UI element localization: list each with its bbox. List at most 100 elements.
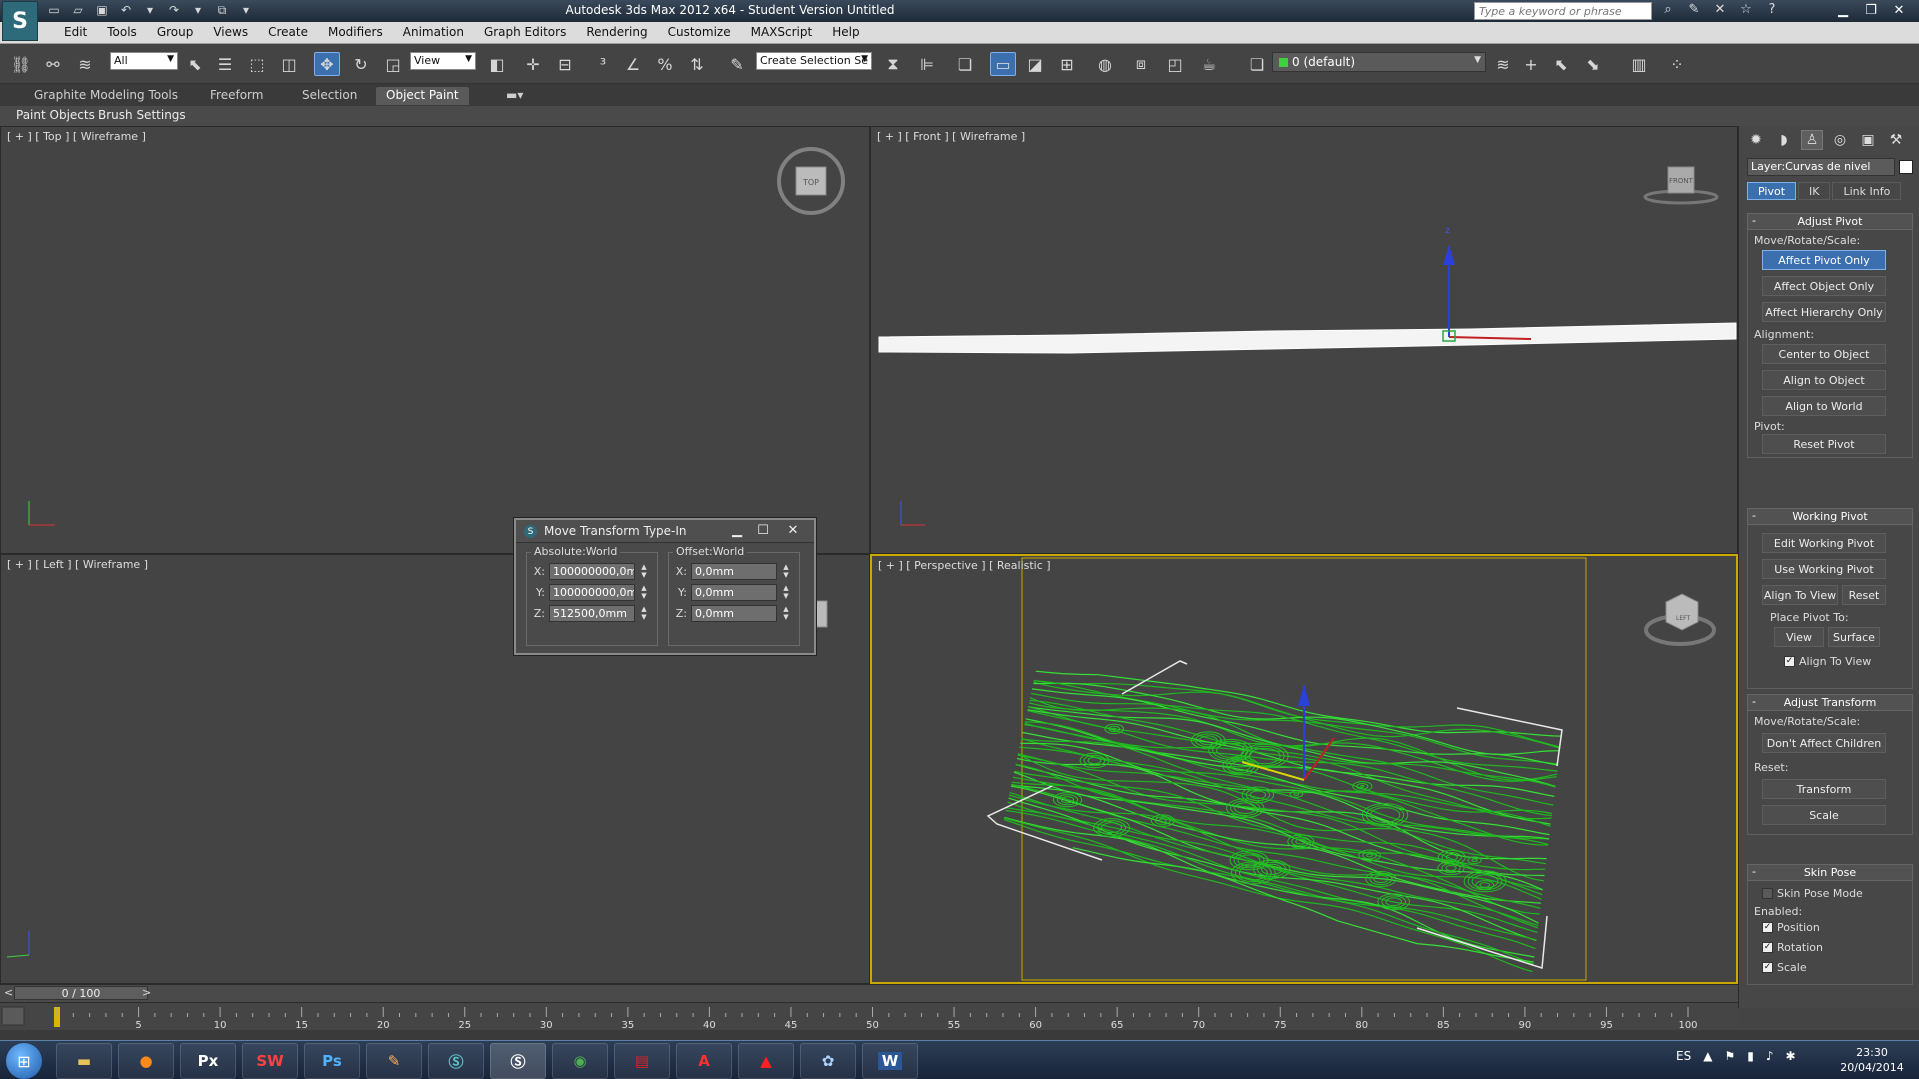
spinner-icon[interactable]: ▲ ▼ xyxy=(781,563,791,580)
tab-pivot[interactable]: Pivot xyxy=(1747,182,1797,200)
move-transform-dialog[interactable]: S Move Transform Type-In ▁ ☐ ✕ Absolute:… xyxy=(514,518,816,655)
place-pivot-view-button[interactable]: View xyxy=(1774,627,1824,647)
working-pivot-rollout[interactable]: - Working Pivot xyxy=(1747,508,1913,525)
position-checkbox[interactable]: ✓ Position xyxy=(1762,921,1820,934)
object-color-swatch[interactable] xyxy=(1899,160,1913,174)
taskbar-app-firefox[interactable]: ● xyxy=(118,1043,174,1079)
affect-object-only-button[interactable]: Affect Object Only xyxy=(1762,276,1886,296)
named-selection-dropdown[interactable]: Create Selection Se ▼ xyxy=(756,52,872,70)
previous-frame-icon[interactable]: < xyxy=(4,986,13,999)
close-icon[interactable]: ✕ xyxy=(782,522,804,538)
taskbar-app-autocad[interactable]: A xyxy=(676,1043,732,1079)
edit-named-selection-icon[interactable]: ✎ xyxy=(724,52,750,76)
language-indicator[interactable]: ES xyxy=(1676,1049,1691,1063)
menu-edit[interactable]: Edit xyxy=(54,25,97,39)
link-icon[interactable]: ⛓ xyxy=(8,52,34,76)
tab-link-info[interactable]: Link Info xyxy=(1832,182,1902,200)
particle-view-icon[interactable]: ⁘ xyxy=(1664,52,1690,76)
motion-tab-icon[interactable]: ◎ xyxy=(1829,130,1851,150)
adjust-transform-rollout[interactable]: - Adjust Transform xyxy=(1747,694,1913,711)
object-name-field[interactable]: Layer:Curvas de nivel xyxy=(1747,158,1895,176)
restore-icon[interactable]: ❐ xyxy=(1857,1,1885,19)
rendered-frame-icon[interactable]: ◰ xyxy=(1162,52,1188,76)
spinner-icon[interactable]: ▲ ▼ xyxy=(639,584,649,601)
minimize-icon[interactable]: ▁ xyxy=(1829,1,1857,19)
hierarchy-tab-icon[interactable]: ♙ xyxy=(1801,130,1823,150)
taskbar-app-photoshop[interactable]: Ps xyxy=(304,1043,360,1079)
close-icon[interactable]: ✕ xyxy=(1885,1,1913,19)
layer-tools-icon[interactable]: ❏ xyxy=(1244,52,1270,76)
select-manipulate-icon[interactable]: ✛ xyxy=(520,52,546,76)
absolute-z-input[interactable]: 512500,0mm xyxy=(549,605,635,622)
layer-dropdown[interactable]: 0 (default) ▼ xyxy=(1272,52,1486,72)
menu-maxscript[interactable]: MAXScript xyxy=(741,25,823,39)
tab-object-paint[interactable]: Object Paint xyxy=(376,87,469,105)
taskbar-app-3dsmax[interactable]: Ⓢ xyxy=(428,1043,484,1079)
next-frame-icon[interactable]: > xyxy=(142,986,151,999)
offset-z-input[interactable]: 0,0mm xyxy=(691,605,777,622)
curve-editor-icon[interactable]: ◪ xyxy=(1022,52,1048,76)
select-in-layer-icon[interactable]: ⬉ xyxy=(1548,52,1574,76)
time-slider-thumb[interactable]: 0 / 100 xyxy=(14,986,148,1000)
scale-icon[interactable]: ◲ xyxy=(380,52,406,76)
start-button[interactable]: ⊞ xyxy=(6,1043,42,1079)
modify-tab-icon[interactable]: ◗ xyxy=(1773,130,1795,150)
affect-hierarchy-only-button[interactable]: Affect Hierarchy Only xyxy=(1762,302,1886,322)
selection-filter-dropdown[interactable]: All ▼ xyxy=(110,52,178,70)
align-to-view-button[interactable]: Align To View xyxy=(1762,585,1838,605)
subscription-icon[interactable]: ✎ xyxy=(1686,2,1702,17)
menu-graph-editors[interactable]: Graph Editors xyxy=(474,25,576,39)
display-tab-icon[interactable]: ▣ xyxy=(1857,130,1879,150)
taskbar-app-px[interactable]: Px xyxy=(180,1043,236,1079)
rotation-checkbox[interactable]: ✓ Rotation xyxy=(1762,941,1823,954)
pivot-center-icon[interactable]: ◧ xyxy=(484,52,510,76)
schematic-view-icon[interactable]: ⊞ xyxy=(1054,52,1080,76)
terrain-contours[interactable] xyxy=(1003,670,1562,973)
update-icon[interactable]: ✱ xyxy=(1785,1049,1795,1063)
skin-pose-rollout[interactable]: - Skin Pose xyxy=(1747,864,1913,881)
mini-curve-editor-icon[interactable] xyxy=(1,1006,25,1026)
set-current-layer-icon[interactable]: ⬊ xyxy=(1580,52,1606,76)
menu-help[interactable]: Help xyxy=(822,25,869,39)
terrain-profile[interactable] xyxy=(878,322,1737,354)
viewport-label-perspective[interactable]: [ + ] [ Perspective ] [ Realistic ] xyxy=(878,559,1051,572)
utilities-tab-icon[interactable]: ⚒ xyxy=(1885,130,1907,150)
edit-working-pivot-button[interactable]: Edit Working Pivot xyxy=(1762,533,1886,553)
taskbar-app-explorer[interactable]: ▬ xyxy=(56,1043,112,1079)
offset-y-input[interactable]: 0,0mm xyxy=(691,584,777,601)
absolute-y-input[interactable]: 100000000,0mm xyxy=(549,584,635,601)
tab-freeform[interactable]: Freeform xyxy=(200,87,273,105)
align-icon[interactable]: ⊫ xyxy=(914,52,940,76)
adjust-pivot-rollout[interactable]: - Adjust Pivot xyxy=(1747,213,1913,230)
snaps-3d-icon[interactable]: ³ xyxy=(590,52,616,76)
action-center-icon[interactable]: ⚑ xyxy=(1724,1049,1735,1063)
taskbar-app-chrome[interactable]: ◉ xyxy=(552,1043,608,1079)
rect-selection-icon[interactable]: ⬚ xyxy=(244,52,270,76)
rotate-icon[interactable]: ↻ xyxy=(348,52,374,76)
angle-snap-icon[interactable]: ∠ xyxy=(620,52,646,76)
time-slider[interactable]: < 0 / 100 > xyxy=(0,984,1738,1002)
create-tab-icon[interactable]: ✹ xyxy=(1745,130,1767,150)
taskbar-app-autodesk[interactable]: ▲ xyxy=(738,1043,794,1079)
mirror-icon[interactable]: ⧗ xyxy=(880,52,906,76)
ribbon-options-icon[interactable]: ▬▾ xyxy=(496,87,533,105)
taskbar-app-paint[interactable]: ✿ xyxy=(800,1043,856,1079)
spinner-snap-icon[interactable]: ⇅ xyxy=(684,52,710,76)
maximize-icon[interactable]: ☐ xyxy=(752,522,774,538)
reset-scale-button[interactable]: Scale xyxy=(1762,805,1886,825)
layer-manager-icon[interactable]: ❏ xyxy=(952,52,978,76)
render-setup-icon[interactable]: ⧈ xyxy=(1128,52,1154,76)
tab-selection[interactable]: Selection xyxy=(292,87,367,105)
dont-affect-children-button[interactable]: Don't Affect Children xyxy=(1762,733,1886,753)
reset-transform-button[interactable]: Transform xyxy=(1762,779,1886,799)
keyboard-shortcut-icon[interactable]: ⊟ xyxy=(552,52,578,76)
viewport-label-front[interactable]: [ + ] [ Front ] [ Wireframe ] xyxy=(877,130,1025,143)
material-editor-icon[interactable]: ◍ xyxy=(1092,52,1118,76)
menu-views[interactable]: Views xyxy=(203,25,258,39)
tab-graphite-modeling-tools[interactable]: Graphite Modeling Tools xyxy=(24,87,188,105)
taskbar-app-3dsmax-active[interactable]: Ⓢ xyxy=(490,1043,546,1079)
tab-ik[interactable]: IK xyxy=(1798,182,1831,200)
show-hidden-icons-icon[interactable]: ▲ xyxy=(1703,1049,1712,1063)
viewport-label-top[interactable]: [ + ] [ Top ] [ Wireframe ] xyxy=(7,130,146,143)
viewcube-front[interactable] xyxy=(1643,166,1719,205)
